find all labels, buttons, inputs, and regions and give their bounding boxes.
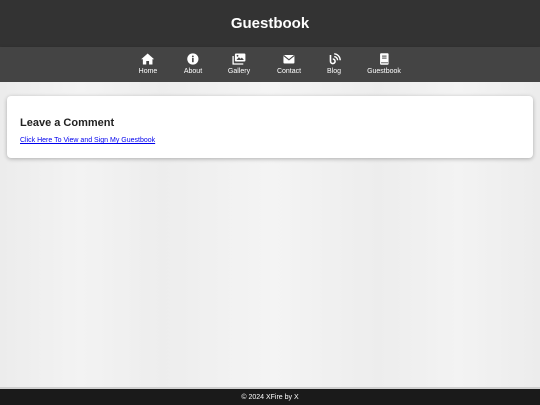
nav-label-about: About <box>183 68 203 75</box>
site-title: Guestbook <box>230 15 310 32</box>
envelope-icon <box>283 55 295 64</box>
guestbook-link[interactable]: Click Here To View and Sign My Guestbook <box>20 137 155 144</box>
blog-icon <box>329 53 341 65</box>
home-icon <box>141 53 155 65</box>
nav-item-blog[interactable]: Blog <box>327 47 341 82</box>
site-footer: © 2024 XFire by X <box>0 387 540 405</box>
nav-item-contact[interactable]: Contact <box>277 47 301 82</box>
site-header: Guestbook <box>0 0 540 47</box>
nav-item-guestbook[interactable]: Guestbook <box>367 47 401 82</box>
nav-item-home[interactable]: Home <box>138 47 158 82</box>
comment-card: Leave a Comment Click Here To View and S… <box>7 96 533 158</box>
info-icon <box>187 53 199 65</box>
nav-label-guestbook: Guestbook <box>367 68 401 75</box>
nav-label-blog: Blog <box>326 68 342 75</box>
nav-label-contact: Contact <box>276 68 302 75</box>
footer-copyright: © 2024 XFire by X <box>241 393 299 401</box>
nav-item-about[interactable]: About <box>184 47 202 82</box>
nav-item-gallery[interactable]: Gallery <box>228 47 250 82</box>
card-title: Leave a Comment <box>20 117 115 129</box>
images-icon <box>232 53 246 65</box>
nav-label-gallery: Gallery <box>227 68 251 75</box>
nav-label-home: Home <box>138 68 158 75</box>
book-icon <box>379 53 389 65</box>
main-nav: Home About Gallery Contact Blog Guestboo… <box>0 47 540 82</box>
